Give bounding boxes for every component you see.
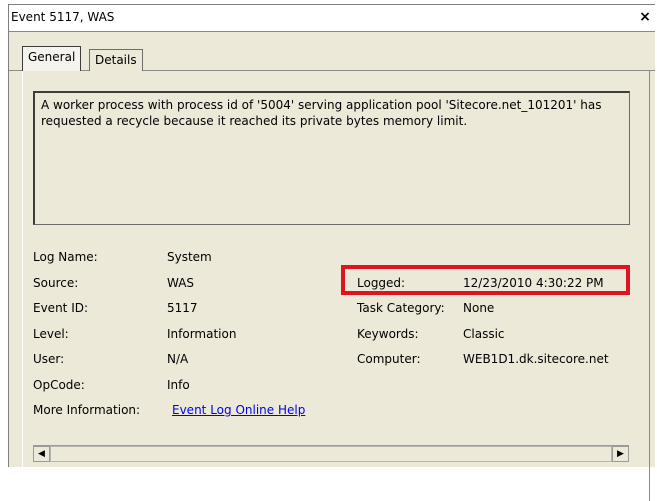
opcode-label: OpCode: — [33, 378, 85, 392]
user-label: User: — [33, 352, 65, 366]
opcode-value: Info — [167, 378, 190, 392]
scroll-right-icon[interactable]: ▶ — [612, 446, 629, 462]
event-description-box[interactable]: A worker process with process id of '500… — [33, 91, 630, 225]
tab-details-label: Details — [95, 53, 137, 67]
tab-general[interactable]: General — [22, 46, 82, 71]
log-name-label: Log Name: — [33, 250, 98, 264]
title-bar: Event 5117, WAS × — [9, 5, 655, 32]
task-category-label: Task Category: — [357, 301, 445, 315]
event-log-online-help-link[interactable]: Event Log Online Help — [172, 403, 305, 417]
computer-value: WEB1D1.dk.sitecore.net — [463, 352, 609, 366]
horizontal-scrollbar[interactable]: ◀ ▶ — [33, 445, 629, 462]
keywords-value: Classic — [463, 327, 505, 341]
task-category-value: None — [463, 301, 495, 315]
scroll-left-icon[interactable]: ◀ — [33, 446, 50, 462]
more-information-label: More Information: — [33, 403, 141, 417]
source-value: WAS — [167, 276, 195, 290]
level-label: Level: — [33, 327, 69, 341]
event-id-value: 5117 — [167, 301, 198, 315]
window-title: Event 5117, WAS — [11, 10, 115, 24]
event-description-text: A worker process with process id of '500… — [41, 98, 602, 128]
tab-details[interactable]: Details — [89, 49, 143, 71]
log-name-value: System — [167, 250, 212, 264]
source-label: Source: — [33, 276, 79, 290]
computer-label: Computer: — [357, 352, 421, 366]
scrollbar-thumb[interactable] — [50, 446, 612, 462]
logged-highlight-box — [341, 265, 630, 295]
event-properties-window: Event 5117, WAS × General Details A work… — [8, 4, 655, 501]
level-value: Information — [167, 327, 237, 341]
user-value: N/A — [167, 352, 189, 366]
close-icon[interactable]: × — [637, 8, 653, 26]
keywords-label: Keywords: — [357, 327, 419, 341]
tab-general-label: General — [28, 50, 76, 64]
event-id-label: Event ID: — [33, 301, 89, 315]
